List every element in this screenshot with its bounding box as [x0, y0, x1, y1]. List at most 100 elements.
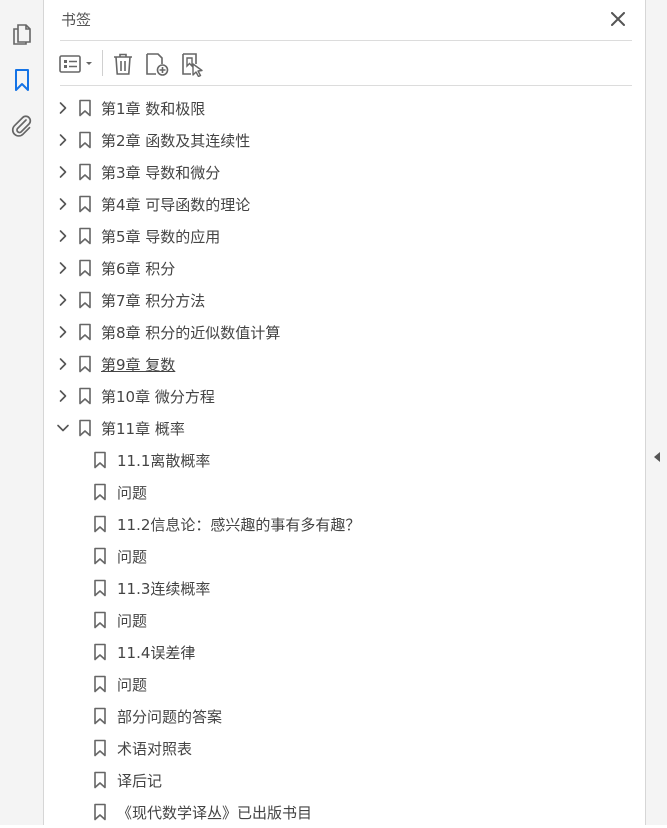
- chevron-right-icon[interactable]: [55, 292, 71, 308]
- bookmark-label: 《现代数学译丛》已出版书目: [117, 804, 313, 822]
- chevron-down-icon[interactable]: [55, 420, 71, 436]
- chevron-right-icon[interactable]: [55, 164, 71, 180]
- bookmark-label: 第6章 积分: [101, 260, 176, 278]
- bookmark-label: 11.4误差律: [117, 644, 196, 662]
- bookmark-icon: [94, 579, 106, 597]
- pages-icon: [13, 24, 31, 45]
- bookmark-icon: [94, 643, 106, 661]
- options-menu-button[interactable]: [59, 50, 97, 78]
- caret-left-icon: [654, 452, 660, 462]
- header-divider: [60, 40, 632, 41]
- panel-header: 书签: [45, 0, 645, 40]
- bookmark-from-structure-icon: [182, 53, 203, 77]
- bookmark-icon: [94, 483, 106, 501]
- bookmark-row[interactable]: 第4章 可导函数的理论: [45, 188, 645, 220]
- bookmark-label: 第8章 积分的近似数值计算: [101, 324, 281, 342]
- bookmark-icon: [79, 355, 91, 373]
- panel-title: 书签: [61, 11, 92, 29]
- child-bookmark-row[interactable]: 部分问题的答案: [45, 700, 645, 732]
- bookmark-label: 11.2信息论：感兴趣的事有多有趣？: [117, 516, 361, 534]
- toolbar-divider: [60, 85, 632, 86]
- bookmark-label: 问题: [117, 484, 148, 502]
- bookmark-icon: [79, 291, 91, 309]
- child-bookmark-row[interactable]: 问题: [45, 668, 645, 700]
- chevron-right-icon[interactable]: [55, 228, 71, 244]
- bookmark-row[interactable]: 第1章 数和极限: [45, 92, 645, 124]
- bookmark-row[interactable]: 第7章 积分方法: [45, 284, 645, 316]
- bookmark-icon: [94, 547, 106, 565]
- bookmark-icon: [94, 707, 106, 725]
- bookmark-label: 第7章 积分方法: [101, 292, 206, 310]
- bookmark-label: 部分问题的答案: [117, 708, 223, 726]
- bookmark-icon: [94, 451, 106, 469]
- bookmark-icon: [79, 195, 91, 213]
- child-bookmark-row[interactable]: 译后记: [45, 764, 645, 796]
- bookmark-row[interactable]: 第5章 导数的应用: [45, 220, 645, 252]
- bookmark-icon: [79, 259, 91, 277]
- bookmark-label: 问题: [117, 548, 148, 566]
- bookmark-icon: [79, 419, 91, 437]
- bookmark-label: 术语对照表: [117, 740, 193, 758]
- child-bookmark-row[interactable]: 11.1离散概率: [45, 444, 645, 476]
- bookmark-icon: [79, 387, 91, 405]
- new-bookmark-button[interactable]: [143, 50, 171, 78]
- bookmark-label: 第10章 微分方程: [101, 388, 215, 406]
- bookmarks-toolbar: [45, 44, 645, 84]
- bookmark-row[interactable]: 第10章 微分方程: [45, 380, 645, 412]
- bookmark-from-structure-button[interactable]: [179, 50, 207, 78]
- bookmark-row[interactable]: 第6章 积分: [45, 252, 645, 284]
- close-panel-button[interactable]: [608, 9, 628, 29]
- bookmark-icon: [15, 69, 29, 91]
- child-bookmark-row[interactable]: 11.4误差律: [45, 636, 645, 668]
- bookmark-label: 第4章 可导函数的理论: [101, 196, 251, 214]
- delete-icon: [114, 53, 132, 75]
- attachments-button[interactable]: [8, 112, 36, 140]
- bookmarks-panel: 书签 第1章 数和极限 第2章 函数及其连续性 第3章 导数和微分 第4章 可导…: [45, 0, 645, 825]
- bookmark-icon: [79, 131, 91, 149]
- bookmark-row[interactable]: 第9章 复数: [45, 348, 645, 380]
- options-menu-icon: [59, 55, 92, 73]
- bookmark-label: 问题: [117, 676, 148, 694]
- bookmarks-panel-button[interactable]: [8, 66, 36, 94]
- bookmark-label: 第9章 复数: [101, 356, 176, 374]
- bookmark-icon: [94, 771, 106, 789]
- bookmark-label: 第2章 函数及其连续性: [101, 132, 251, 150]
- delete-bookmark-button[interactable]: [110, 50, 136, 78]
- child-bookmark-row[interactable]: 问题: [45, 476, 645, 508]
- bookmark-label: 第3章 导数和微分: [101, 164, 221, 182]
- page-thumbnails-button[interactable]: [8, 20, 36, 48]
- bookmark-icon: [94, 611, 106, 629]
- bookmark-icon: [79, 163, 91, 181]
- bookmark-label: 问题: [117, 612, 148, 630]
- bookmark-icon: [94, 675, 106, 693]
- chevron-right-icon[interactable]: [55, 100, 71, 116]
- child-bookmark-row[interactable]: 术语对照表: [45, 732, 645, 764]
- chevron-right-icon[interactable]: [55, 260, 71, 276]
- child-bookmark-row[interactable]: 问题: [45, 540, 645, 572]
- bookmark-label: 第5章 导数的应用: [101, 228, 221, 246]
- bookmark-row[interactable]: 第2章 函数及其连续性: [45, 124, 645, 156]
- left-navigation-rail: [0, 0, 44, 825]
- bookmark-label: 11.3连续概率: [117, 580, 211, 598]
- bookmark-icon: [94, 803, 106, 821]
- new-bookmark-icon: [146, 53, 169, 76]
- child-bookmark-row[interactable]: 11.3连续概率: [45, 572, 645, 604]
- toolbar-separator: [102, 50, 103, 76]
- chevron-right-icon[interactable]: [55, 388, 71, 404]
- child-bookmark-row[interactable]: 《现代数学译丛》已出版书目: [45, 796, 645, 828]
- chevron-right-icon[interactable]: [55, 196, 71, 212]
- chevron-right-icon[interactable]: [55, 132, 71, 148]
- bookmark-label: 第11章 概率: [101, 420, 185, 438]
- chevron-right-icon[interactable]: [55, 324, 71, 340]
- bookmark-row[interactable]: 第8章 积分的近似数值计算: [45, 316, 645, 348]
- child-bookmark-row[interactable]: 11.2信息论：感兴趣的事有多有趣？: [45, 508, 645, 540]
- child-bookmark-row[interactable]: 问题: [45, 604, 645, 636]
- document-pane-edge: [645, 0, 667, 825]
- bookmark-row[interactable]: 第11章 概率: [45, 412, 645, 444]
- bookmark-row[interactable]: 第3章 导数和微分: [45, 156, 645, 188]
- bookmark-label: 11.1离散概率: [117, 452, 211, 470]
- bookmark-icon: [79, 99, 91, 117]
- bookmark-icon: [94, 515, 106, 533]
- collapse-pane-button[interactable]: [652, 449, 662, 465]
- chevron-right-icon[interactable]: [55, 356, 71, 372]
